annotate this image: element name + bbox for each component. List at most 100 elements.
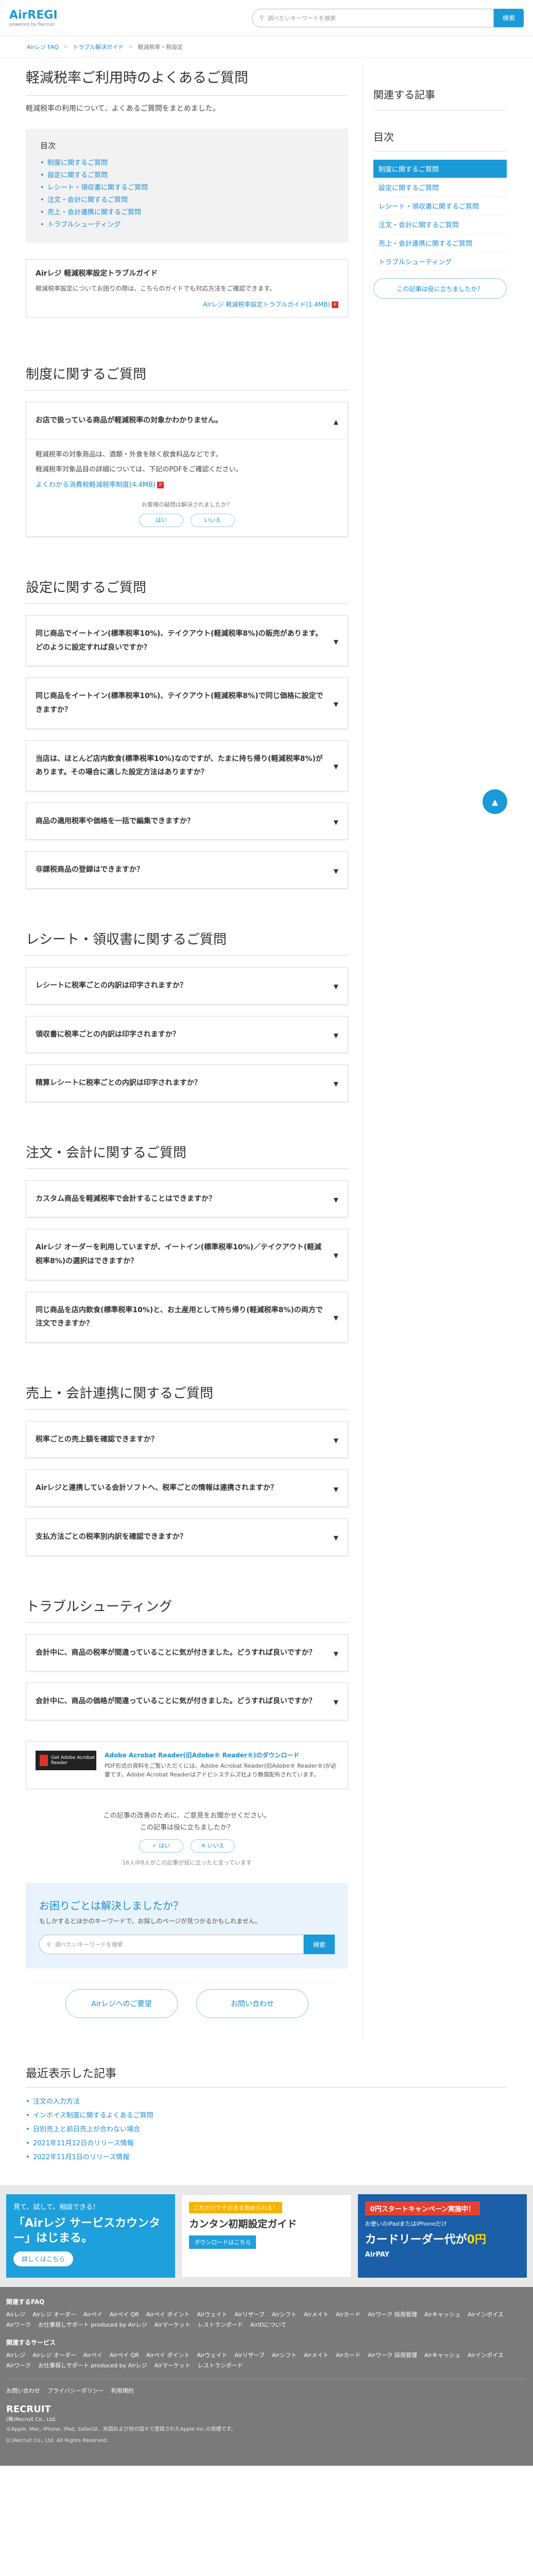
toc-item[interactable]: レシート・領収書に関するご質問 xyxy=(40,182,334,194)
airregi-logo[interactable]: AirREGI powered by Recruit xyxy=(9,9,58,27)
faq-item[interactable]: 会計中に、商品の税率が間違っていることに気が付きました。どうすれば良いですか？ ▼ xyxy=(26,1634,348,1672)
faq-item[interactable]: 商品の適用税率や価格を一括で編集できますか？ ▼ xyxy=(26,802,348,840)
footer-link[interactable]: Airワーク 採用管理 xyxy=(368,2310,417,2318)
footer-link[interactable]: Airペイ ポイント xyxy=(146,2351,190,2359)
faq-item[interactable]: 当店は、ほとんど店内飲食(標準税率10%)なのですが、たまに持ち帰り(軽減税率8… xyxy=(26,740,348,791)
faq-item[interactable]: 精算レシートに税率ごとの内訳は印字されますか？ ▼ xyxy=(26,1064,348,1102)
faq-question[interactable]: 支払方法ごとの税率別内訳を確認できますか？ ▼ xyxy=(26,1519,348,1555)
feedback-yes-button[interactable]: ✓ はい xyxy=(139,1839,183,1853)
airpay-campaign-banner[interactable]: 0円スタートキャンペーン実施中！ お使いのiPadまたはiPhoneだけ カード… xyxy=(357,2194,527,2278)
banner-button[interactable]: ダウンロードはこちら xyxy=(189,2235,256,2249)
inquiry-button[interactable]: お問い合わせ xyxy=(196,1989,308,2019)
footer-link[interactable]: Airワーク xyxy=(6,2361,31,2369)
guide-link[interactable]: Airレジ 軽減税率設定トラブルガイド(1.4MB) xyxy=(203,301,330,308)
faq-question[interactable]: 当店は、ほとんど店内飲食(標準税率10%)なのですが、たまに持ち帰り(軽減税率8… xyxy=(26,741,348,791)
footer-link[interactable]: Airペイ ポイント xyxy=(146,2310,190,2318)
feedback-no-button[interactable]: ✕ いいえ xyxy=(191,1839,235,1853)
faq-question[interactable]: 精算レシートに税率ごとの内訳は印字されますか？ ▼ xyxy=(26,1065,348,1101)
recent-item[interactable]: インボイス制度に関するよくあるご質問 xyxy=(26,2109,507,2123)
faq-item[interactable]: 同じ商品でイートイン(標準税率10%)、テイクアウト(軽減税率8%)の販売があり… xyxy=(26,615,348,667)
faq-item[interactable]: 同じ商品を店内飲食(標準税率10%)と、お土産用として持ち帰り(軽減税率8%)の… xyxy=(26,1291,348,1343)
faq-question[interactable]: Airレジと連携している会計ソフトへ、税率ごとの情報は連携されますか？ ▼ xyxy=(26,1470,348,1506)
footer-link[interactable]: レストランボード xyxy=(198,2320,243,2329)
help-search-input[interactable]: ⚲ 調べたいキーワードを検索 xyxy=(39,1935,304,1955)
faq-question[interactable]: 同じ商品を店内飲食(標準税率10%)と、お土産用として持ち帰り(軽減税率8%)の… xyxy=(26,1292,348,1342)
footer-link[interactable]: Airウェイト xyxy=(197,2310,227,2318)
help-search-button[interactable]: 検索 xyxy=(304,1935,335,1955)
feedback-no-button[interactable]: いいえ xyxy=(190,514,235,528)
toc-item[interactable]: 設定に関するご質問 xyxy=(40,170,334,182)
faq-question[interactable]: お店で扱っている商品が軽減税率の対象かわかりません。 ▲ xyxy=(26,402,348,439)
adobe-reader-badge[interactable]: Get Adobe Acrobat Reader xyxy=(36,1750,96,1770)
scroll-top-button[interactable]: ▲ xyxy=(483,789,507,814)
faq-question[interactable]: 同じ商品でイートイン(標準税率10%)、テイクアウト(軽減税率8%)の販売があり… xyxy=(26,616,348,666)
sidebar-toc-item[interactable]: 注文・会計に関するご質問 xyxy=(373,215,507,234)
footer-link[interactable]: Airカード xyxy=(336,2310,360,2318)
toc-item[interactable]: 制度に関するご質問 xyxy=(40,157,334,170)
recruit-logo[interactable]: RECRUIT xyxy=(6,2404,527,2415)
footer-link[interactable]: Airレジ xyxy=(6,2351,25,2359)
footer-link[interactable]: Airペイ QR xyxy=(110,2310,139,2318)
breadcrumb-item[interactable]: トラブル解決ガイド xyxy=(73,43,124,51)
footer-link[interactable]: Airキャッシュ xyxy=(424,2310,460,2318)
faq-question[interactable]: 会計中に、商品の税率が間違っていることに気が付きました。どうすれば良いですか？ ▼ xyxy=(26,1635,348,1671)
faq-item[interactable]: 会計中に、商品の価格が間違っていることに気が付きました。どうすれば良いですか？ ▼ xyxy=(26,1683,348,1720)
footer-link[interactable]: Airリザーブ xyxy=(234,2351,264,2359)
toc-item[interactable]: 売上・会計連携に関するご質問 xyxy=(40,207,334,219)
request-button[interactable]: Airレジへのご要望 xyxy=(65,1989,178,2019)
footer-link[interactable]: プライバシーポリシー xyxy=(47,2386,104,2395)
footer-link[interactable]: Airワーク xyxy=(6,2320,31,2329)
footer-link[interactable]: Airレジ xyxy=(6,2310,25,2318)
footer-link[interactable]: Airカード xyxy=(336,2351,360,2359)
feedback-yes-button[interactable]: はい xyxy=(139,514,184,528)
toc-item[interactable]: トラブルシューティング xyxy=(40,219,334,231)
sidebar-toc-item[interactable]: トラブルシューティング xyxy=(373,252,507,271)
toc-item[interactable]: 注文・会計に関するご質問 xyxy=(40,194,334,207)
sidebar-toc-item[interactable]: 制度に関するご質問 xyxy=(373,160,507,178)
banner-button[interactable]: 詳しくはこちら xyxy=(13,2251,74,2266)
adobe-download-link[interactable]: Adobe Acrobat Reader(旧Adobe® Reader®)のダウ… xyxy=(105,1752,299,1759)
faq-question[interactable]: Airレジ オーダーを利用していますが、イートイン(標準税率10%)／テイクアウ… xyxy=(26,1229,348,1279)
footer-link[interactable]: Airインボイス xyxy=(468,2351,504,2359)
recent-item[interactable]: 注文の入力方法 xyxy=(26,2095,507,2109)
footer-link[interactable]: Airペイ xyxy=(83,2351,102,2359)
faq-question[interactable]: 商品の適用税率や価格を一括で編集できますか？ ▼ xyxy=(26,803,348,840)
search-button[interactable]: 検索 xyxy=(494,8,524,27)
faq-item[interactable]: レシートに税率ごとの内訳は印字されますか？ ▼ xyxy=(26,967,348,1005)
footer-link[interactable]: Airペイ QR xyxy=(110,2351,139,2359)
faq-question[interactable]: レシートに税率ごとの内訳は印字されますか？ ▼ xyxy=(26,968,348,1004)
footer-link[interactable]: 利用規約 xyxy=(111,2386,134,2395)
footer-link[interactable]: Airマーケット xyxy=(154,2320,191,2329)
recent-item[interactable]: 2022年11月1日のリリース情報 xyxy=(26,2150,507,2164)
footer-link[interactable]: AirIDについて xyxy=(250,2320,287,2329)
footer-link[interactable]: Airレジ オーダー xyxy=(32,2351,76,2359)
faq-item[interactable]: 非課税商品の登録はできますか？ ▼ xyxy=(26,851,348,889)
breadcrumb-item[interactable]: Airレジ FAQ xyxy=(27,43,59,51)
sidebar-feedback-button[interactable]: この記事は役に立ちましたか？ xyxy=(373,278,507,299)
faq-question[interactable]: 領収書に税率ごとの内訳は印字されますか？ ▼ xyxy=(26,1016,348,1053)
faq-item[interactable]: Airレジと連携している会計ソフトへ、税率ごとの情報は連携されますか？ ▼ xyxy=(26,1469,348,1507)
sidebar-toc-item[interactable]: 設定に関するご質問 xyxy=(373,178,507,197)
answer-link[interactable]: よくわかる消費税軽減税率制度(4.4MB) xyxy=(36,481,156,489)
faq-item[interactable]: Airレジ オーダーを利用していますが、イートイン(標準税率10%)／テイクアウ… xyxy=(26,1229,348,1280)
faq-question[interactable]: 非課税商品の登録はできますか？ ▼ xyxy=(26,852,348,888)
footer-link[interactable]: Airワーク 採用管理 xyxy=(368,2351,417,2359)
footer-link[interactable]: Airキャッシュ xyxy=(424,2351,460,2359)
faq-item[interactable]: 領収書に税率ごとの内訳は印字されますか？ ▼ xyxy=(26,1015,348,1054)
footer-link[interactable]: Airインボイス xyxy=(468,2310,504,2318)
footer-link[interactable]: Airメイト xyxy=(304,2351,329,2359)
footer-link[interactable]: Airマーケット xyxy=(154,2361,191,2369)
footer-link[interactable]: Airリザーブ xyxy=(234,2310,264,2318)
service-counter-banner[interactable]: 見て、試して、相談できる！ 「Airレジ サービスカウンター」はじまる。 詳しく… xyxy=(6,2194,176,2278)
recent-item[interactable]: 2021年11月12日のリリース情報 xyxy=(26,2137,507,2150)
footer-link[interactable]: Airレジ オーダー xyxy=(32,2310,76,2318)
faq-question[interactable]: 税率ごとの売上額を確認できますか？ ▼ xyxy=(26,1421,348,1458)
footer-link[interactable]: Airメイト xyxy=(304,2310,329,2318)
faq-question[interactable]: 同じ商品をイートイン(標準税率10%)、テイクアウト(軽減税率8%)で同じ価格に… xyxy=(26,678,348,728)
footer-link[interactable]: Airウェイト xyxy=(197,2351,227,2359)
recent-item[interactable]: 日別売上と前日売上が合わない場合 xyxy=(26,2123,507,2137)
sidebar-toc-item[interactable]: 売上・会計連携に関するご質問 xyxy=(373,234,507,252)
footer-link[interactable]: お仕事探しサポート produced by Airレジ xyxy=(38,2361,147,2369)
footer-link[interactable]: お問い合わせ xyxy=(6,2386,40,2395)
setup-guide-banner[interactable]: これだけでそのまま始められる！ カンタン初期設定ガイド ダウンロードはこちら xyxy=(181,2194,352,2278)
